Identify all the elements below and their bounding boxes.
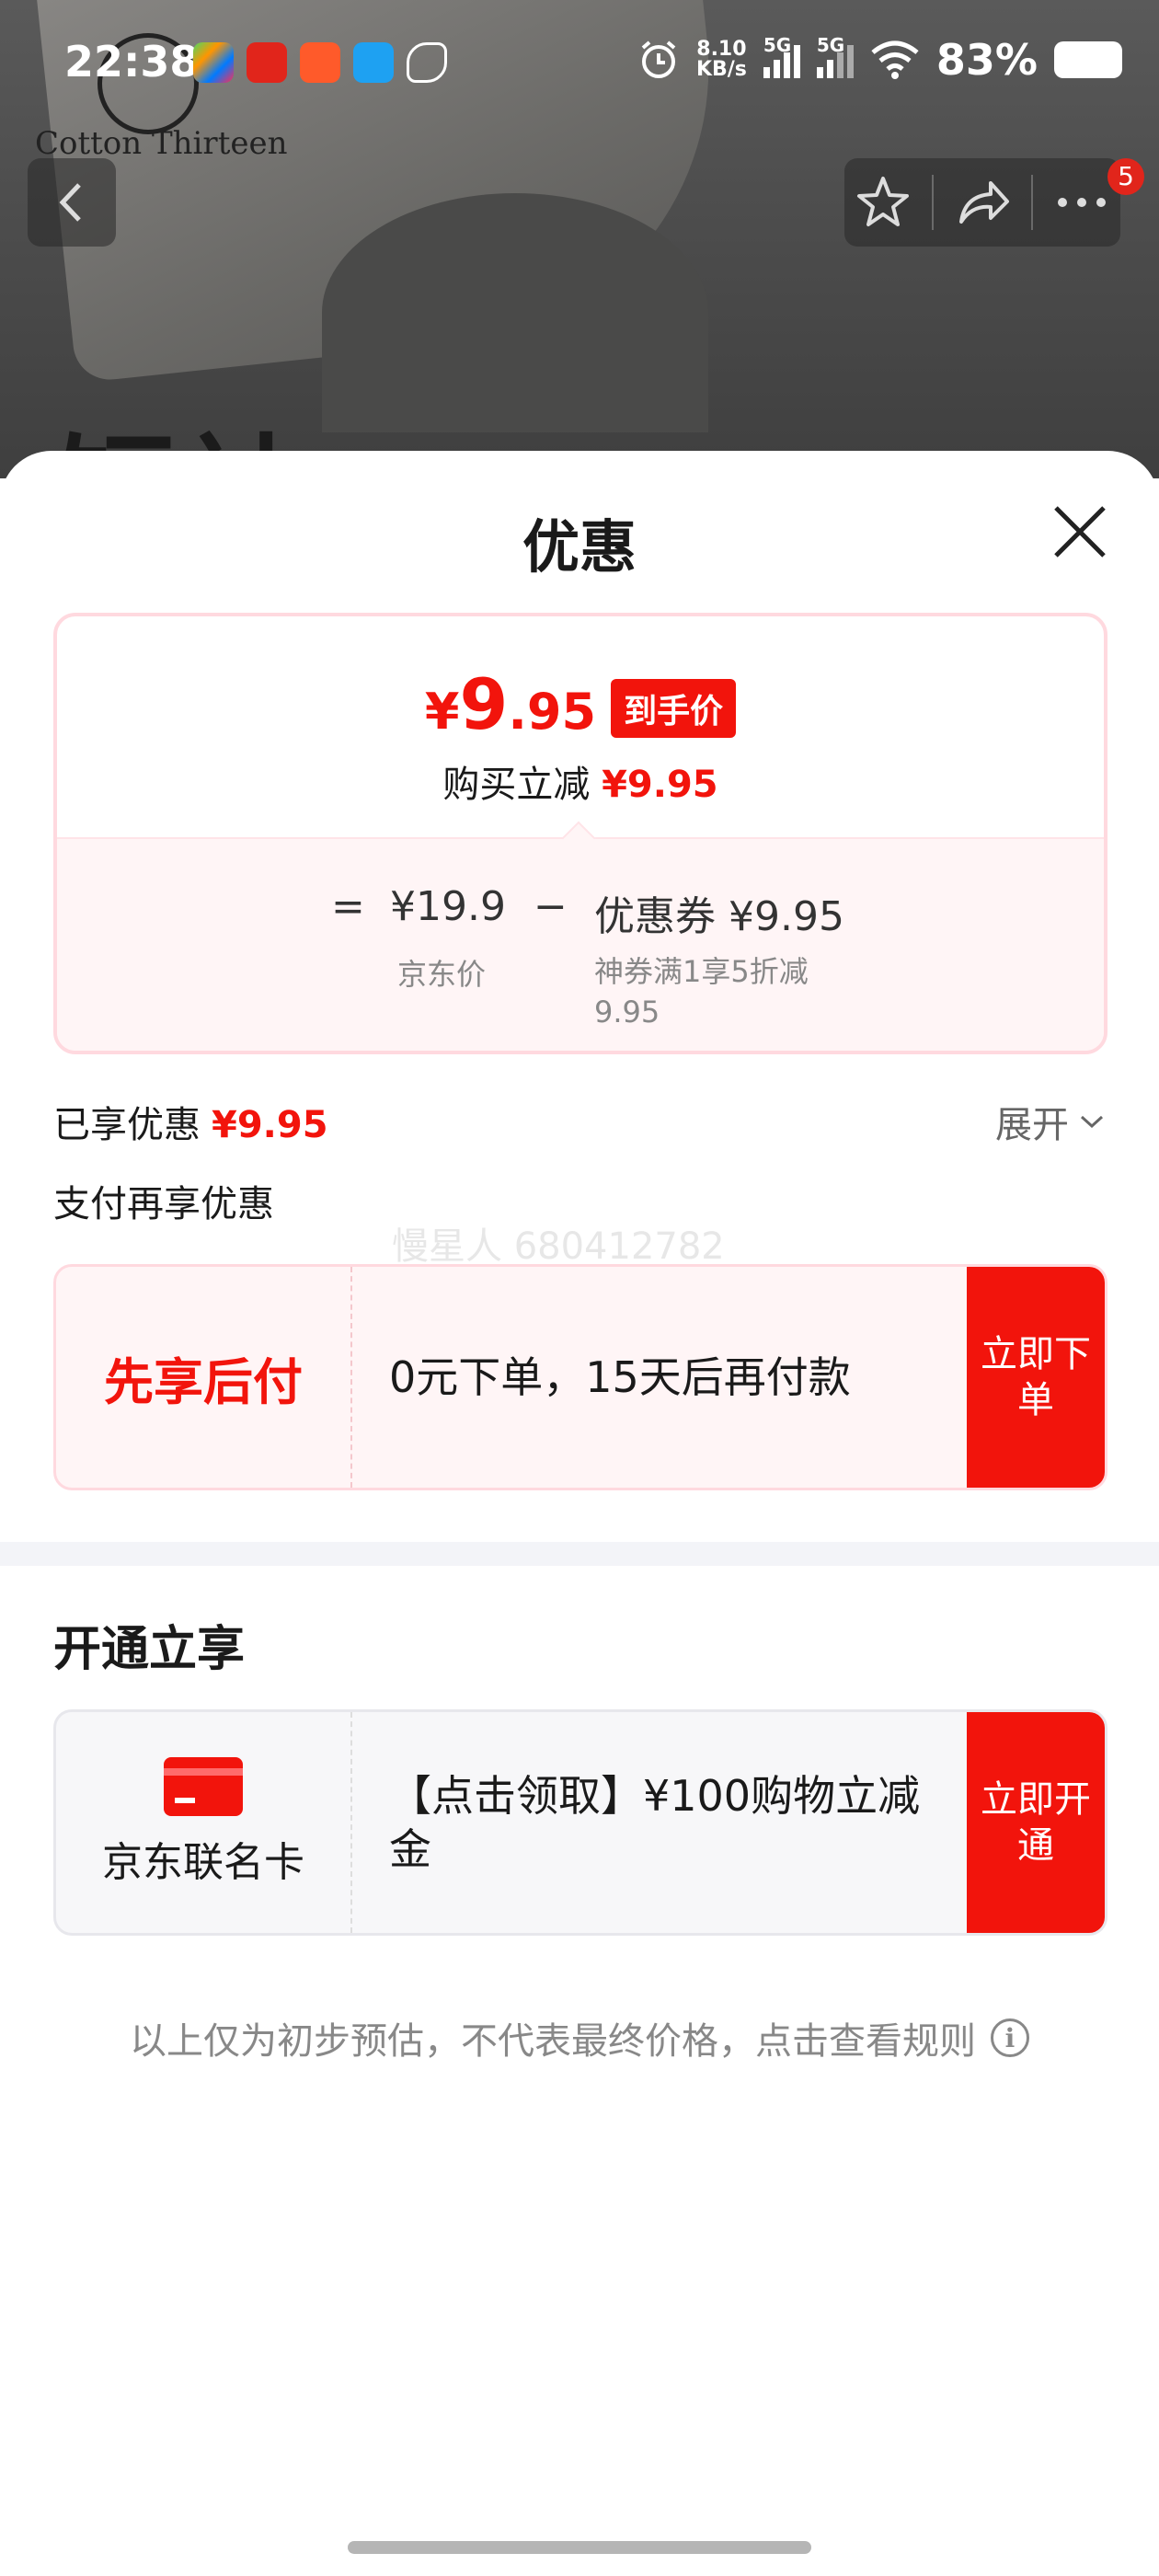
alarm-icon	[641, 40, 676, 78]
back-button[interactable]	[28, 158, 116, 247]
more-icon[interactable]	[1053, 193, 1110, 212]
battery-icon	[1054, 41, 1122, 78]
notification-badge: 5	[1107, 158, 1144, 195]
chevron-left-icon	[59, 183, 81, 222]
final-price-dec: .95	[508, 683, 597, 741]
section-divider	[0, 1542, 1159, 1566]
jd-price-label: 京东价	[397, 957, 487, 992]
colorful-app-icon	[193, 42, 234, 83]
card-title: 京东联名卡	[102, 1839, 304, 1886]
enjoyed-discount: 已享优惠 ¥9.95	[53, 1095, 328, 1148]
watermark: 慢星人 680412782	[392, 1225, 725, 1268]
zhi-app-icon	[247, 42, 287, 83]
enjoyed-label: 已享优惠	[53, 1104, 201, 1146]
coupon-value: 优惠券 ¥9.95	[594, 893, 844, 940]
formula-minus: −	[534, 883, 568, 930]
card-description: 【点击领取】¥100购物立减金	[389, 1771, 921, 1874]
price-breakdown-card: ¥9.95 到手价 购买立减 ¥9.95 = ¥19.9 − 优惠券 ¥9.95…	[53, 613, 1107, 1054]
final-price-symbol: ¥	[424, 683, 460, 741]
status-bar: 22:38 8.10 KB/s 5G 5G 83%	[0, 0, 1159, 129]
section-title: 开通立享	[53, 1622, 246, 1677]
final-price-row: ¥9.95 到手价	[57, 668, 1104, 749]
top-action-group	[844, 158, 1120, 247]
notification-app-icons	[193, 42, 447, 83]
network-speed: 8.10 KB/s	[696, 40, 747, 80]
disclaimer[interactable]: 以上仅为初步预估，不代表最终价格，点击查看规则 i	[0, 2011, 1159, 2064]
bnpl-offer-card[interactable]: 先享后付 0元下单，15天后再付款 立即下单	[53, 1264, 1107, 1490]
jd-price: ¥19.9	[390, 883, 506, 930]
reduction-label: 购买立减	[442, 764, 591, 806]
share-icon[interactable]	[954, 174, 1011, 231]
network-speed-value: 8.10	[696, 38, 747, 61]
reduction-amount: ¥9.95	[602, 764, 718, 806]
info-icon: i	[991, 2018, 1029, 2057]
coupon-description: 神券满1享5折减9.95	[594, 954, 809, 1029]
home-indicator[interactable]	[348, 2541, 811, 2554]
man-app-icon	[300, 42, 340, 83]
expand-label: 展开	[995, 1104, 1069, 1146]
enjoyed-amount: ¥9.95	[212, 1104, 328, 1146]
blue-app-icon	[353, 42, 394, 83]
network-speed-unit: KB/s	[695, 58, 747, 81]
price-formula-area	[57, 837, 1104, 1051]
order-now-button[interactable]: 立即下单	[967, 1267, 1105, 1488]
discount-sheet: 优惠 ¥9.95 到手价 购买立减 ¥9.95 = ¥19.9 − 优惠券 ¥9…	[0, 451, 1159, 2576]
action-divider	[1031, 175, 1033, 230]
bnpl-title: 先享后付	[104, 1352, 303, 1411]
sheet-title: 优惠	[522, 513, 637, 581]
credit-card-icon	[164, 1757, 243, 1816]
card-title-area: 京东联名卡	[56, 1712, 352, 1933]
formula-equals: =	[331, 883, 365, 930]
signal-1: 5G	[763, 34, 800, 78]
favorite-star-icon[interactable]	[855, 174, 912, 231]
final-price: ¥9.95	[425, 668, 596, 749]
co-branded-card-offer[interactable]: 京东联名卡 【点击领取】¥100购物立减金 立即开通	[53, 1709, 1107, 1936]
bnpl-title-area: 先享后付	[56, 1267, 352, 1488]
action-divider	[932, 175, 934, 230]
chevron-down-icon	[1080, 1115, 1104, 1129]
wifi-icon	[871, 40, 919, 79]
final-price-int: 9	[459, 663, 509, 745]
battery-percent: 83%	[935, 35, 1038, 85]
brand-name: Cotton Thirteen	[35, 125, 288, 162]
activate-now-button[interactable]: 立即开通	[967, 1712, 1105, 1933]
final-price-tag: 到手价	[611, 679, 737, 738]
bnpl-description: 0元下单，15天后再付款	[389, 1352, 851, 1402]
purchase-reduction: 购买立减 ¥9.95	[57, 754, 1104, 808]
signal-2: 5G	[816, 34, 854, 78]
status-time: 22:38	[64, 37, 200, 86]
pay-more-label: 支付再享优惠	[53, 1183, 274, 1225]
status-right: 8.10 KB/s 5G 5G 83%	[637, 34, 1122, 85]
expand-toggle[interactable]: 展开	[995, 1095, 1106, 1148]
close-icon[interactable]	[1047, 499, 1113, 565]
bird-app-icon	[407, 42, 447, 83]
disclaimer-text: 以上仅为初步预估，不代表最终价格，点击查看规则	[130, 2020, 976, 2063]
product-cuff-shape	[322, 193, 708, 432]
signal-1-label: 5G	[763, 34, 792, 56]
